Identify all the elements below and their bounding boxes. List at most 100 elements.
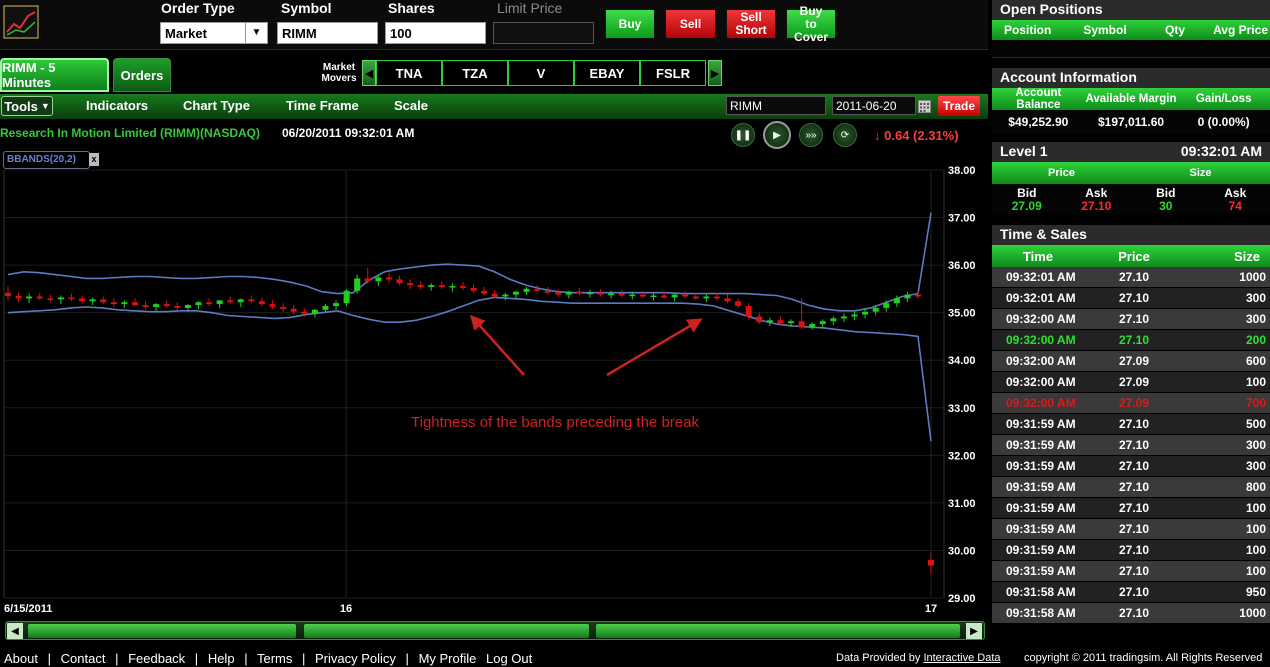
footer-link-contact[interactable]: Contact xyxy=(61,651,106,666)
column-header: Avg Price xyxy=(1213,23,1268,37)
time-sales-list[interactable]: 09:32:01 AM 27.10 1000 09:32:01 AM 27.10 300 0… xyxy=(992,267,1270,624)
footer: About | Contact | Feedback | Help | Term… xyxy=(0,650,1270,667)
candle-down xyxy=(417,285,424,287)
footer-link-my-profile[interactable]: My Profile xyxy=(419,651,477,666)
candle-up xyxy=(57,297,64,300)
tools-menu-button[interactable]: Tools ▼ xyxy=(1,96,53,116)
candle-up xyxy=(862,311,869,315)
time-sales-row: 09:31:59 AM 27.10 500 xyxy=(992,414,1270,435)
candle-down xyxy=(735,301,742,307)
market-mover-v[interactable]: V xyxy=(508,60,574,86)
copyright-text: copyright © 2011 tradingsim. All Rights … xyxy=(1024,652,1263,664)
candle-down xyxy=(597,292,604,295)
candle-up xyxy=(565,291,572,295)
tab-orders[interactable]: Orders xyxy=(113,58,171,92)
column-header: Time xyxy=(1022,248,1054,264)
candle-up xyxy=(650,295,657,298)
candle-down xyxy=(618,293,625,296)
candle-down xyxy=(163,304,170,307)
footer-separator: | xyxy=(115,651,119,666)
shares-input[interactable]: 100 xyxy=(385,22,486,44)
candle-down xyxy=(661,295,668,298)
footer-link-about[interactable]: About xyxy=(4,651,38,666)
market-mover-tna[interactable]: TNA xyxy=(376,60,442,86)
market-mover-fslr[interactable]: FSLR xyxy=(640,60,706,86)
open-positions-panel: Open Positions Position Symbol Qty Avg P… xyxy=(992,0,1270,60)
time-sales-time: 09:31:58 AM xyxy=(1006,606,1076,620)
level1-title: Level 1 xyxy=(1000,143,1048,159)
open-positions-header: Position Symbol Qty Avg Price xyxy=(992,20,1270,40)
time-sales-price: 27.10 xyxy=(1118,606,1150,620)
limit-price-label: Limit Price xyxy=(497,0,563,16)
time-sales-row: 09:31:59 AM 27.10 100 xyxy=(992,498,1270,519)
order-type-select[interactable]: Market ▼ xyxy=(160,22,268,44)
chart-scrollbar[interactable]: ◀ ▶ xyxy=(5,621,985,640)
calendar-icon[interactable] xyxy=(918,100,931,113)
market-movers-list: TNA TZA V EBAY FSLR xyxy=(376,60,706,86)
candle-down xyxy=(290,308,297,312)
footer-link-help[interactable]: Help xyxy=(208,651,235,666)
candle-down xyxy=(385,277,392,280)
time-sales-price: 27.10 xyxy=(1118,564,1150,578)
scrollbar-track-right[interactable] xyxy=(596,624,960,638)
ask-price: 27.10 xyxy=(1081,199,1112,213)
candle-down xyxy=(15,296,22,299)
sell-button[interactable]: Sell xyxy=(665,9,716,39)
scrollbar-track-left[interactable] xyxy=(28,624,296,638)
footer-separator: | xyxy=(194,651,199,666)
candle-up xyxy=(788,321,795,324)
candle-down xyxy=(396,279,403,284)
footer-link-feedback[interactable]: Feedback xyxy=(128,651,185,666)
time-sales-row: 09:31:59 AM 27.10 300 xyxy=(992,456,1270,477)
scroll-right-icon[interactable]: ▶ xyxy=(966,623,982,639)
order-type-label: Order Type xyxy=(161,0,235,16)
candle-up xyxy=(216,300,223,305)
limit-price-input[interactable] xyxy=(493,22,594,44)
time-sales-price: 27.10 xyxy=(1118,417,1150,431)
open-positions-title: Open Positions xyxy=(992,0,1270,20)
pause-icon[interactable]: ❚❚ xyxy=(731,123,755,147)
time-frame-menu[interactable]: Time Frame xyxy=(286,98,359,113)
chart-type-menu[interactable]: Chart Type xyxy=(183,98,250,113)
scroll-left-icon[interactable]: ◀ xyxy=(7,623,23,639)
tab-rimm-5-minutes[interactable]: RIMM - 5 Minutes xyxy=(0,58,109,92)
market-mover-tza[interactable]: TZA xyxy=(442,60,508,86)
footer-link-terms[interactable]: Terms xyxy=(257,651,292,666)
time-sales-size: 200 xyxy=(1245,333,1266,347)
buy-to-cover-button[interactable]: Buy to Cover xyxy=(786,4,836,43)
price-chart-svg: 38.00 37.00 36.00 35.00 34.00 33.00 32.00 31.00… xyxy=(3,165,976,615)
candle-down xyxy=(227,300,234,303)
chart-symbol-input[interactable]: RIMM xyxy=(726,96,826,115)
trade-button[interactable]: Trade xyxy=(938,96,980,116)
chart-date-input[interactable]: 2011-06-20 xyxy=(832,96,916,115)
play-icon[interactable]: ▶ xyxy=(763,121,791,149)
market-movers-prev-icon[interactable]: ◀ xyxy=(362,60,376,86)
gain-loss-value: 0 (0.00%) xyxy=(1197,115,1250,129)
column-header: Size xyxy=(1233,248,1260,264)
time-sales-price: 27.10 xyxy=(1118,291,1150,305)
scale-menu[interactable]: Scale xyxy=(394,98,428,113)
market-movers-next-icon[interactable]: ▶ xyxy=(708,60,722,86)
x-tick-label: 17 xyxy=(925,603,937,615)
candle-down xyxy=(258,301,265,305)
ask-size: 74 xyxy=(1228,199,1242,213)
data-provider-link[interactable]: Interactive Data xyxy=(923,652,1000,664)
price-chart[interactable]: 38.00 37.00 36.00 35.00 34.00 33.00 32.00 31.00… xyxy=(0,160,988,620)
fast-forward-icon[interactable]: »» xyxy=(799,123,823,147)
candle-down xyxy=(692,296,699,299)
market-mover-ebay[interactable]: EBAY xyxy=(574,60,640,86)
time-sales-size: 300 xyxy=(1245,291,1266,305)
footer-link-log-out[interactable]: Log Out xyxy=(486,651,532,666)
scrollbar-thumb[interactable] xyxy=(304,624,589,638)
footer-separator: | xyxy=(301,651,306,666)
candle-down xyxy=(756,316,763,323)
candle-up xyxy=(809,324,816,327)
time-sales-size: 100 xyxy=(1245,375,1266,389)
footer-link-privacy-policy[interactable]: Privacy Policy xyxy=(315,651,396,666)
sell-short-button[interactable]: Sell Short xyxy=(726,9,776,39)
indicators-menu[interactable]: Indicators xyxy=(86,98,148,113)
x-tick-label: 6/15/2011 xyxy=(4,603,52,615)
refresh-icon[interactable]: ⟳ xyxy=(833,123,857,147)
symbol-input[interactable]: RIMM xyxy=(277,22,378,44)
buy-button[interactable]: Buy xyxy=(605,9,655,39)
